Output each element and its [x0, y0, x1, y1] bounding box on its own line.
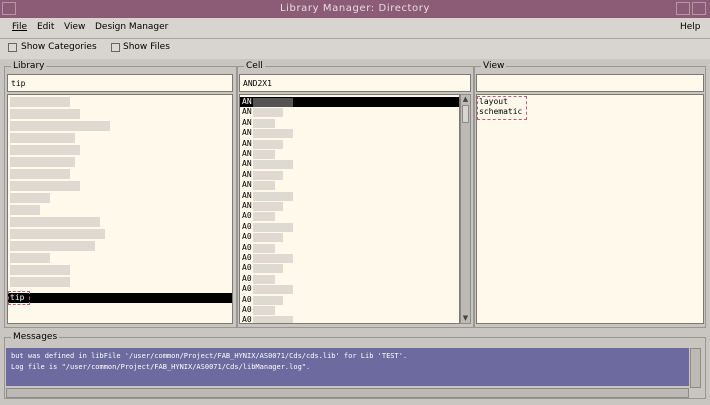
cell-list-scrollbar[interactable]: ▲ ▼ [460, 94, 471, 324]
redacted-text [10, 133, 75, 143]
cell-list-item[interactable]: AN [242, 118, 252, 128]
cell-list-item[interactable]: AN [242, 128, 252, 138]
cell-list-item[interactable]: AN [242, 107, 252, 117]
redacted-text [10, 157, 75, 167]
library-label: Library [11, 61, 47, 71]
menu-file[interactable]: File [12, 22, 27, 32]
redacted-text [253, 243, 275, 253]
redacted-text [10, 121, 110, 131]
redacted-text [253, 108, 283, 118]
cell-list-item[interactable]: AN [242, 159, 252, 169]
view-filter-input[interactable] [476, 74, 704, 92]
scrollbar-thumb[interactable] [462, 105, 469, 123]
redacted-text [253, 316, 293, 323]
redacted-text [10, 109, 80, 119]
redacted-text [253, 191, 293, 201]
redacted-text [253, 181, 275, 191]
cell-list-item[interactable]: A0 [242, 305, 252, 315]
redacted-text [10, 241, 95, 251]
redacted-text [10, 277, 70, 287]
redacted-text [253, 274, 275, 284]
minimize-icon[interactable] [676, 2, 690, 15]
redacted-text [10, 97, 70, 107]
redacted-text [10, 229, 105, 239]
focus-outline [477, 96, 527, 120]
cell-list-item[interactable]: A0 [242, 263, 252, 273]
cell-list-item[interactable]: A0 [242, 222, 252, 232]
redacted-text [10, 217, 100, 227]
redacted-text [253, 129, 293, 139]
redacted-text [253, 118, 275, 128]
cell-list-item[interactable]: AN [242, 191, 252, 201]
show-categories-label: Show Categories [21, 42, 97, 52]
redacted-text [253, 98, 293, 107]
maximize-icon[interactable] [692, 2, 706, 15]
redacted-text [253, 264, 283, 274]
redacted-text [253, 139, 283, 149]
cell-list-item[interactable]: A0 [242, 315, 252, 323]
redacted-text [10, 205, 40, 215]
scroll-down-arrow-icon[interactable]: ▼ [461, 314, 470, 323]
view-label: View [481, 61, 507, 71]
cell-list-item[interactable]: AN [242, 180, 252, 190]
library-filter-input[interactable]: tip [7, 74, 233, 92]
show-files-checkbox[interactable] [111, 43, 120, 52]
menu-design-manager[interactable]: Design Manager [95, 22, 168, 32]
cell-filter-input[interactable]: AND2X1 [239, 74, 471, 92]
messages-horizontal-scrollbar[interactable] [6, 388, 689, 398]
cell-list-item[interactable]: AN [242, 170, 252, 180]
redacted-text [253, 150, 275, 159]
redacted-text [253, 285, 293, 295]
show-files-label: Show Files [123, 42, 170, 52]
redacted-text [253, 212, 275, 222]
menu-edit[interactable]: Edit [37, 22, 54, 32]
cell-list-item[interactable]: A0 [242, 211, 252, 221]
messages-vertical-scrollbar[interactable] [690, 348, 701, 388]
library-list[interactable]: tip [7, 94, 233, 324]
redacted-text [10, 169, 70, 179]
cell-list-item[interactable]: A0 [242, 243, 252, 253]
cell-list-item[interactable]: AN [242, 139, 252, 149]
view-list[interactable]: layout schematic [476, 94, 704, 324]
redacted-text [10, 145, 80, 155]
redacted-text [253, 170, 283, 180]
cell-list-item[interactable]: A0 [242, 232, 252, 242]
toolbar: Show Categories Show Files [0, 39, 710, 59]
redacted-text [253, 233, 283, 243]
redacted-text [10, 181, 80, 191]
redacted-text [253, 306, 275, 315]
redacted-text [253, 222, 293, 232]
title-bar: Library Manager: Directory [0, 0, 710, 18]
library-selected-row[interactable]: tip [8, 293, 232, 303]
show-categories-checkbox[interactable] [8, 43, 17, 52]
messages-log: but was defined in libFile '/user/common… [6, 348, 689, 386]
redacted-text [10, 193, 50, 203]
messages-label: Messages [11, 332, 60, 342]
redacted-text [253, 295, 283, 305]
scroll-up-arrow-icon[interactable]: ▲ [461, 95, 470, 104]
cell-list-item[interactable]: AN [242, 149, 252, 159]
focus-outline [8, 291, 30, 305]
menu-view[interactable]: View [64, 22, 85, 32]
cell-list-item[interactable]: A0 [242, 295, 252, 305]
cell-label: Cell [244, 61, 265, 71]
cell-list-item[interactable]: A0 [242, 284, 252, 294]
cell-list[interactable]: AN AN AN AN AN AN AN AN AN AN AN A0 A0 A0 A0 A0 A0 A0 A0 A0… [239, 94, 460, 324]
menu-bar: File Edit View Design Manager Help [0, 18, 710, 39]
redacted-text [253, 254, 293, 263]
message-line: but was defined in libFile '/user/common… [11, 352, 408, 360]
cell-list-item[interactable]: AN [242, 201, 252, 211]
redacted-text [10, 253, 50, 263]
redacted-text [10, 265, 70, 275]
cell-list-item[interactable]: A0 [242, 253, 252, 263]
redacted-text [253, 160, 293, 170]
redacted-text [253, 202, 283, 211]
cell-list-item[interactable]: A0 [242, 274, 252, 284]
message-line: Log file is "/user/common/Project/FAB_HY… [11, 363, 311, 371]
menu-help[interactable]: Help [680, 22, 701, 32]
window-title: Library Manager: Directory [279, 3, 431, 14]
